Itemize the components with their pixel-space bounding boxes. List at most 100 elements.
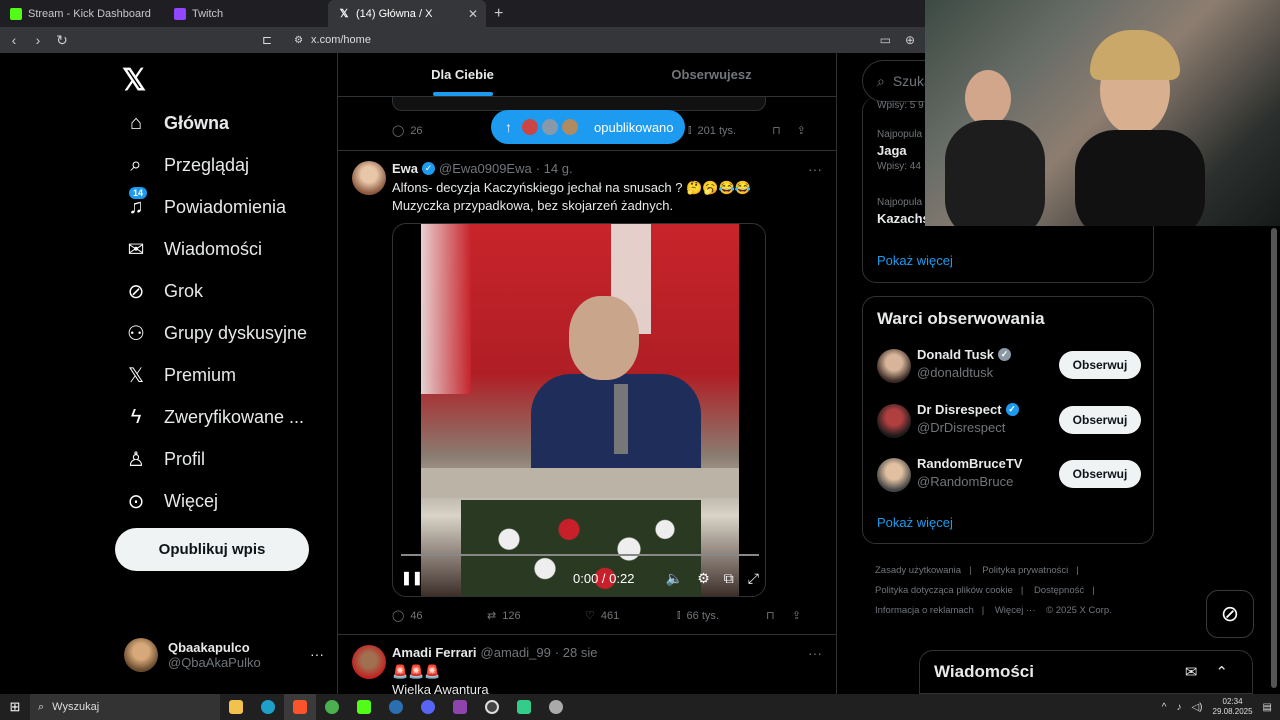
post-time[interactable]: · 14 g. [536, 161, 573, 176]
more-dots-icon[interactable]: ··· [808, 645, 822, 661]
bookmark-icon[interactable]: ⊏ [262, 33, 272, 47]
views-button[interactable]: ⫾ 66 tys. [677, 609, 766, 622]
footer-link[interactable]: Zasady użytkowania [875, 565, 961, 576]
follow-suggestion[interactable]: RandomBruceTV @RandomBruce Obserwuj [877, 456, 1141, 496]
share-button[interactable]: ⇪ [797, 124, 806, 137]
chevron-up-icon[interactable]: ^ [1162, 702, 1167, 713]
forward-icon[interactable]: › [28, 32, 48, 48]
close-tab-icon[interactable]: ✕ [468, 7, 478, 21]
like-button[interactable]: ♡ 461 [585, 609, 677, 623]
pip-icon[interactable]: ⧉ [724, 570, 734, 587]
follow-button[interactable]: Obserwuj [1059, 351, 1141, 379]
chat-app-icon[interactable] [444, 694, 476, 720]
post-author-handle[interactable]: @Ewa0909Ewa [439, 161, 532, 176]
notifications-icon[interactable]: ▤ [1263, 702, 1272, 713]
settings-icon[interactable]: ⚙ [697, 570, 710, 587]
fullscreen-icon[interactable]: ⤢ [748, 570, 759, 587]
app-icon[interactable] [508, 694, 540, 720]
nav-item-verified-orgs[interactable]: ϟ Zweryfikowane ... [124, 399, 304, 435]
avatar [877, 404, 911, 438]
expand-icon[interactable]: ⌃ [1215, 663, 1228, 681]
reply-button[interactable]: ◯ 26 [392, 124, 492, 138]
app-icon[interactable] [540, 694, 572, 720]
nav-item-notifications[interactable]: ♫ 14 Powiadomienia [124, 186, 286, 225]
volume-icon[interactable]: ◁) [1191, 702, 1202, 713]
tab-following[interactable]: Obserwujesz [587, 53, 836, 96]
mute-icon[interactable]: 🔈 [666, 570, 683, 587]
taskbar-search[interactable]: ⌕ Wyszukaj [30, 694, 220, 720]
post[interactable]: Amadi Ferrari @amadi_99 · 28 sie ··· 🚨🚨🚨… [338, 635, 836, 694]
zoom-icon[interactable]: ⊕ [905, 33, 915, 47]
footer-link[interactable]: Dostępność [1034, 585, 1084, 596]
x-logo-icon[interactable]: 𝕏 [122, 63, 146, 98]
nav-item-explore[interactable]: ⌕ Przeglądaj [124, 147, 249, 183]
search-icon: ⌕ [38, 700, 45, 713]
grok-button[interactable]: ⊘ [1206, 590, 1254, 638]
url-field[interactable]: ⊏ ⚙ x.com/home [262, 33, 371, 47]
video-progress-bar[interactable] [401, 554, 759, 556]
show-more-link[interactable]: Pokaż więcej [877, 253, 953, 268]
show-more-link[interactable]: Pokaż więcej [877, 515, 953, 530]
footer-link[interactable]: Polityka dotycząca plików cookie [875, 585, 1013, 596]
nav-item-grok[interactable]: ⊘ Grok [124, 273, 203, 309]
browser-tab-x[interactable]: 𝕏 (14) Główna / X ✕ [328, 0, 486, 27]
bookmark-button[interactable]: ⊓ [766, 609, 792, 622]
site-info-icon[interactable]: ⚙ [294, 35, 303, 46]
tab-for-you[interactable]: Dla Ciebie [338, 53, 587, 96]
follow-button[interactable]: Obserwuj [1059, 406, 1141, 434]
new-message-icon[interactable]: ✉ [1185, 663, 1198, 681]
account-switcher[interactable]: Qbaakapulco @QbaAkaPulko ··· [124, 638, 324, 672]
post-author-name[interactable]: Amadi Ferrari [392, 645, 477, 660]
new-posts-pill[interactable]: ↑ opublikowano [491, 110, 685, 144]
footer-link[interactable]: Polityka prywatności [982, 565, 1068, 576]
post-author-handle[interactable]: @amadi_99 [481, 645, 551, 660]
video-player[interactable]: ❚❚ 0:00 / 0:22 🔈 ⚙ ⧉ ⤢ [392, 223, 766, 597]
cast-icon[interactable]: ▭ [880, 33, 891, 47]
nav-item-communities[interactable]: ⚇ Grupy dyskusyjne [124, 315, 307, 351]
messages-drawer[interactable]: Wiadomości ✉ ⌃ [919, 650, 1253, 694]
chrome-icon[interactable] [316, 694, 348, 720]
ccleaner-icon[interactable] [380, 694, 412, 720]
file-explorer-icon[interactable] [220, 694, 252, 720]
follow-suggestion[interactable]: Dr Disrespect ✓ @DrDisrespect Obserwuj [877, 402, 1141, 442]
bookmark-button[interactable]: ⊓ [772, 124, 781, 137]
browser-tab-kick[interactable]: Stream - Kick Dashboard [0, 0, 164, 27]
post-button[interactable]: Opublikuj wpis [115, 528, 309, 571]
nav-item-premium[interactable]: 𝕏 Premium [124, 357, 236, 393]
post-author-name[interactable]: Ewa [392, 161, 418, 176]
streaming-app-icon[interactable] [348, 694, 380, 720]
nav-item-home[interactable]: ⌂ Główna [124, 105, 229, 141]
follow-button[interactable]: Obserwuj [1059, 460, 1141, 488]
repost-button[interactable]: ⇄ 126 [487, 609, 585, 623]
browser-tab-twitch[interactable]: Twitch [164, 0, 328, 27]
more-dots-icon[interactable]: ··· [310, 646, 324, 662]
post-time[interactable]: · 28 sie [555, 645, 598, 660]
edge-icon[interactable] [252, 694, 284, 720]
trend-item[interactable]: Wpisy: 5 9 [877, 97, 924, 111]
share-button[interactable]: ⇪ [792, 609, 801, 622]
scrollbar-thumb[interactable] [1271, 228, 1277, 688]
follow-suggestion[interactable]: Donald Tusk ✓ @donaldtusk Obserwuj [877, 347, 1141, 387]
trend-item[interactable]: Najpopula Jaga Wpisy: 44 [877, 129, 922, 172]
obs-icon[interactable] [476, 694, 508, 720]
microphone-icon[interactable]: ♪ [1176, 702, 1181, 713]
trend-item[interactable]: Najpopula Kazachs [877, 197, 930, 226]
reload-icon[interactable]: ↻ [52, 32, 72, 49]
nav-item-profile[interactable]: ♙ Profil [124, 441, 205, 477]
clock[interactable]: 02:34 29.08.2025 [1213, 697, 1253, 717]
reply-button[interactable]: ◯ 46 [392, 609, 487, 623]
discord-icon[interactable] [412, 694, 444, 720]
back-icon[interactable]: ‹ [4, 32, 24, 48]
windows-start-icon[interactable]: ⊞ [0, 699, 30, 715]
views-button[interactable]: ⫾ 201 tys. [688, 124, 736, 137]
pause-icon[interactable]: ❚❚ [401, 570, 423, 586]
nav-item-messages[interactable]: ✉ Wiadomości [124, 231, 262, 267]
nav-item-more[interactable]: ⊙ Więcej [124, 483, 218, 519]
footer-link[interactable]: Więcej ··· [995, 605, 1036, 616]
post[interactable]: Ewa ✓ @Ewa0909Ewa · 14 g. ··· Alfons- de… [338, 151, 836, 635]
more-dots-icon[interactable]: ··· [808, 161, 822, 177]
new-tab-icon[interactable]: + [494, 5, 503, 23]
brave-icon[interactable] [284, 694, 316, 720]
account-name: Qbaakapulco [168, 640, 250, 655]
footer-link[interactable]: Informacja o reklamach [875, 605, 974, 616]
